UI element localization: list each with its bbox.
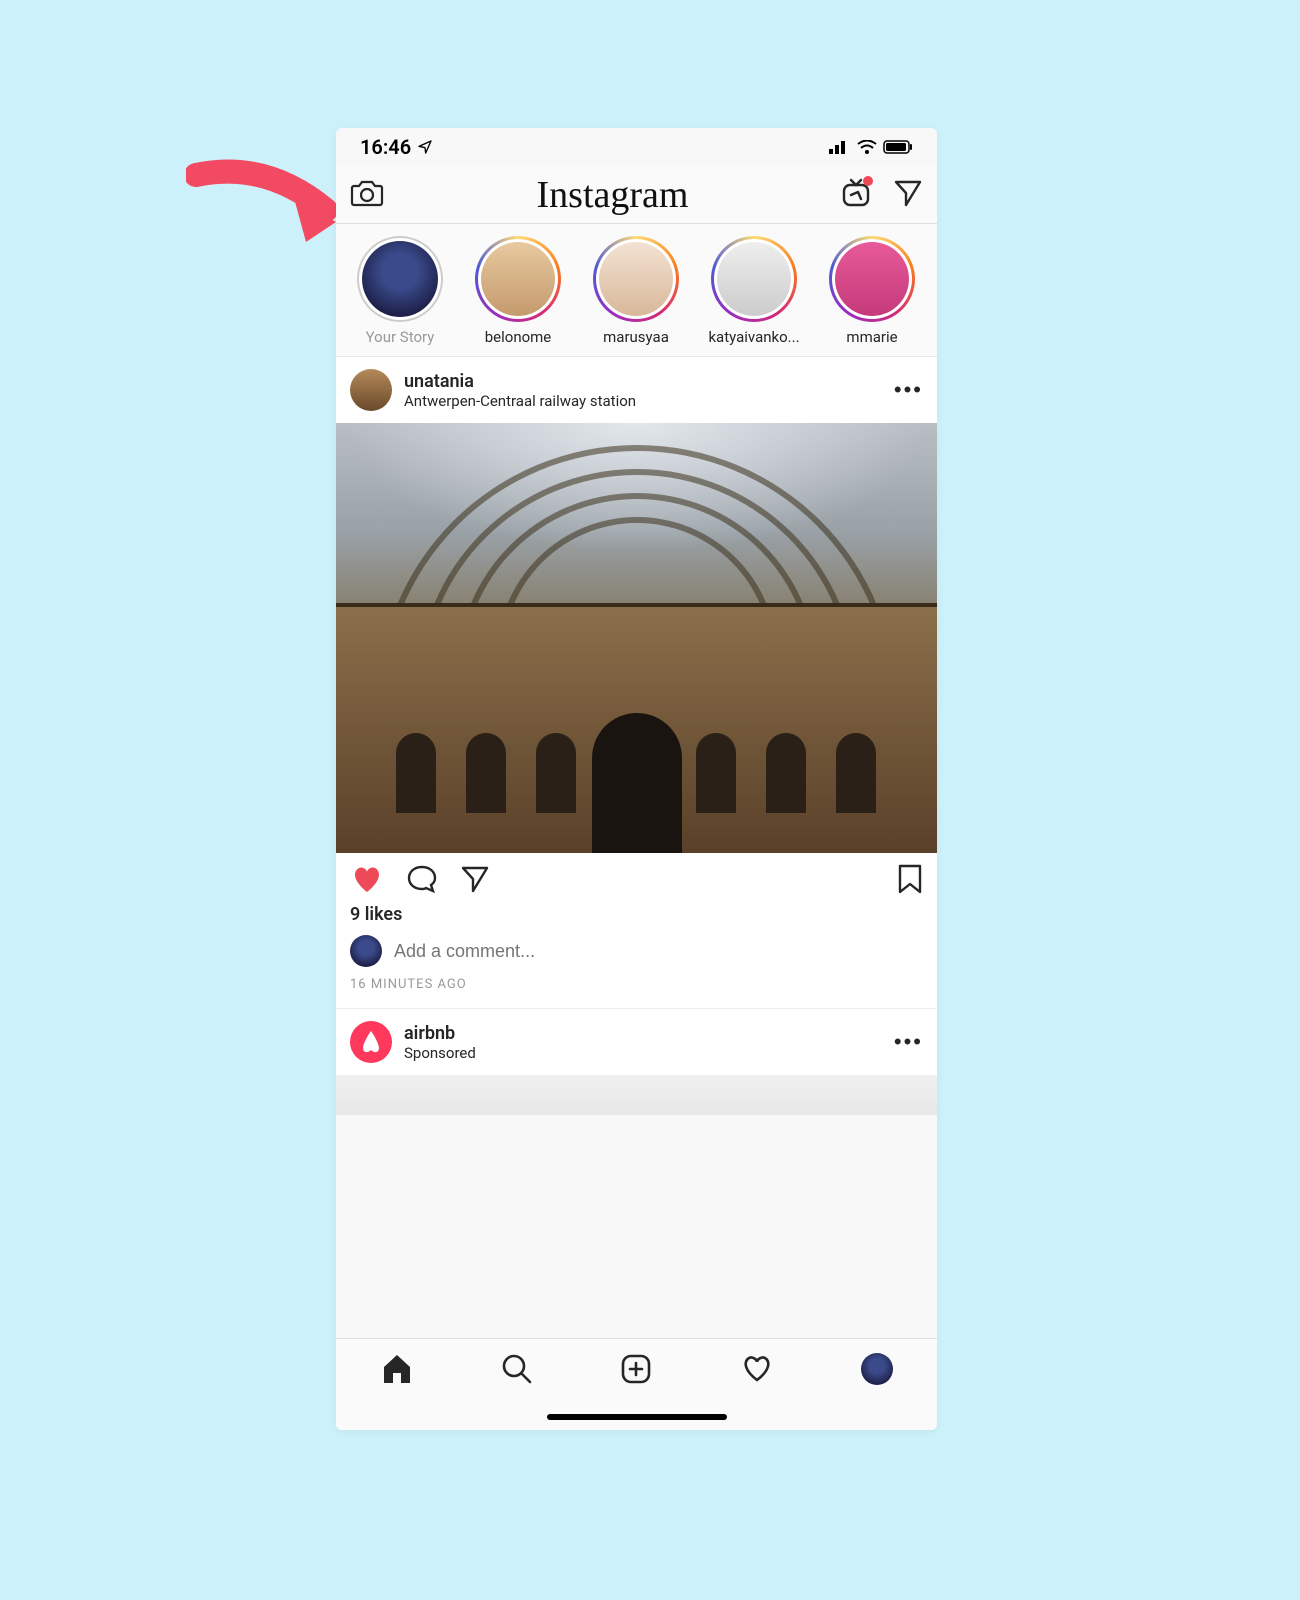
post-options-button[interactable]: ••• [894,377,923,403]
story-ring [475,236,561,322]
sponsored-name[interactable]: airbnb [404,1023,894,1044]
post-actions [336,853,937,904]
post-author-avatar[interactable] [350,369,392,411]
camera-button[interactable] [350,178,384,211]
igtv-notification-dot [863,176,873,186]
sponsored-image-peek[interactable] [336,1075,937,1115]
home-indicator [547,1414,727,1420]
wifi-icon [857,140,877,154]
story-avatar [362,241,438,317]
status-bar: 16:46 [336,128,937,166]
story-item[interactable]: Your Story [350,236,450,346]
paper-plane-icon [460,864,490,894]
profile-avatar-icon [861,1353,893,1385]
post-header: unatania Antwerpen-Centraal railway stat… [336,357,937,423]
sponsored-label: Sponsored [404,1044,894,1062]
paper-plane-icon [893,178,923,208]
bookmark-icon [897,863,923,895]
post-image[interactable] [336,423,937,853]
story-label: marusyaa [603,328,669,346]
camera-icon [350,178,384,208]
self-avatar-small [350,935,382,967]
top-nav: Instagram [336,166,937,224]
speech-bubble-icon [406,864,438,894]
status-time: 16:46 [360,135,411,159]
sponsored-avatar[interactable] [350,1021,392,1063]
location-arrow-icon [417,139,433,155]
sponsored-post-header: airbnb Sponsored ••• [336,1008,937,1075]
nav-search-button[interactable] [501,1353,533,1388]
story-label: belonome [485,328,552,346]
nav-activity-button[interactable] [740,1353,774,1386]
story-avatar [599,242,673,316]
story-avatar [481,242,555,316]
heart-outline-icon [740,1353,774,1383]
heart-icon [350,864,384,894]
like-button[interactable] [350,864,384,897]
stories-row[interactable]: Your Story belonome marusyaa katyaivanko...… [336,224,937,357]
likes-count[interactable]: 9 likes [336,904,937,931]
story-label: Your Story [366,328,435,346]
save-button[interactable] [897,863,923,898]
battery-icon [883,140,913,154]
nav-profile-button[interactable] [861,1353,893,1385]
airbnb-logo-icon [359,1029,383,1055]
plus-square-icon [620,1353,652,1385]
story-label: katyaivanko... [708,328,799,346]
story-ring [357,236,443,322]
phone-frame: 16:46 Instagram Your Storybelonomema [336,128,937,1430]
search-icon [501,1353,533,1385]
bottom-nav [336,1338,937,1430]
post-location[interactable]: Antwerpen-Centraal railway station [404,392,894,410]
cellular-signal-icon [829,140,851,154]
igtv-button[interactable] [841,178,871,211]
sponsored-options-button[interactable]: ••• [894,1029,923,1055]
comment-button[interactable] [406,864,438,897]
story-ring [829,236,915,322]
share-button[interactable] [460,864,490,897]
story-avatar [717,242,791,316]
annotation-arrow [186,150,356,260]
app-logo: Instagram [537,173,689,217]
add-comment-row [336,931,937,973]
direct-messages-button[interactable] [893,178,923,211]
post-timestamp: 16 MINUTES AGO [336,973,937,1008]
nav-new-post-button[interactable] [620,1353,652,1388]
story-label: mmarie [846,328,897,346]
home-icon [380,1353,414,1385]
nav-home-button[interactable] [380,1353,414,1388]
story-item[interactable]: belonome [468,236,568,346]
post-author-name[interactable]: unatania [404,371,894,392]
comment-input[interactable] [394,941,923,962]
story-ring [711,236,797,322]
story-item[interactable]: marusyaa [586,236,686,346]
story-item[interactable]: mmarie [822,236,922,346]
story-avatar [835,242,909,316]
story-item[interactable]: katyaivanko... [704,236,804,346]
story-ring [593,236,679,322]
